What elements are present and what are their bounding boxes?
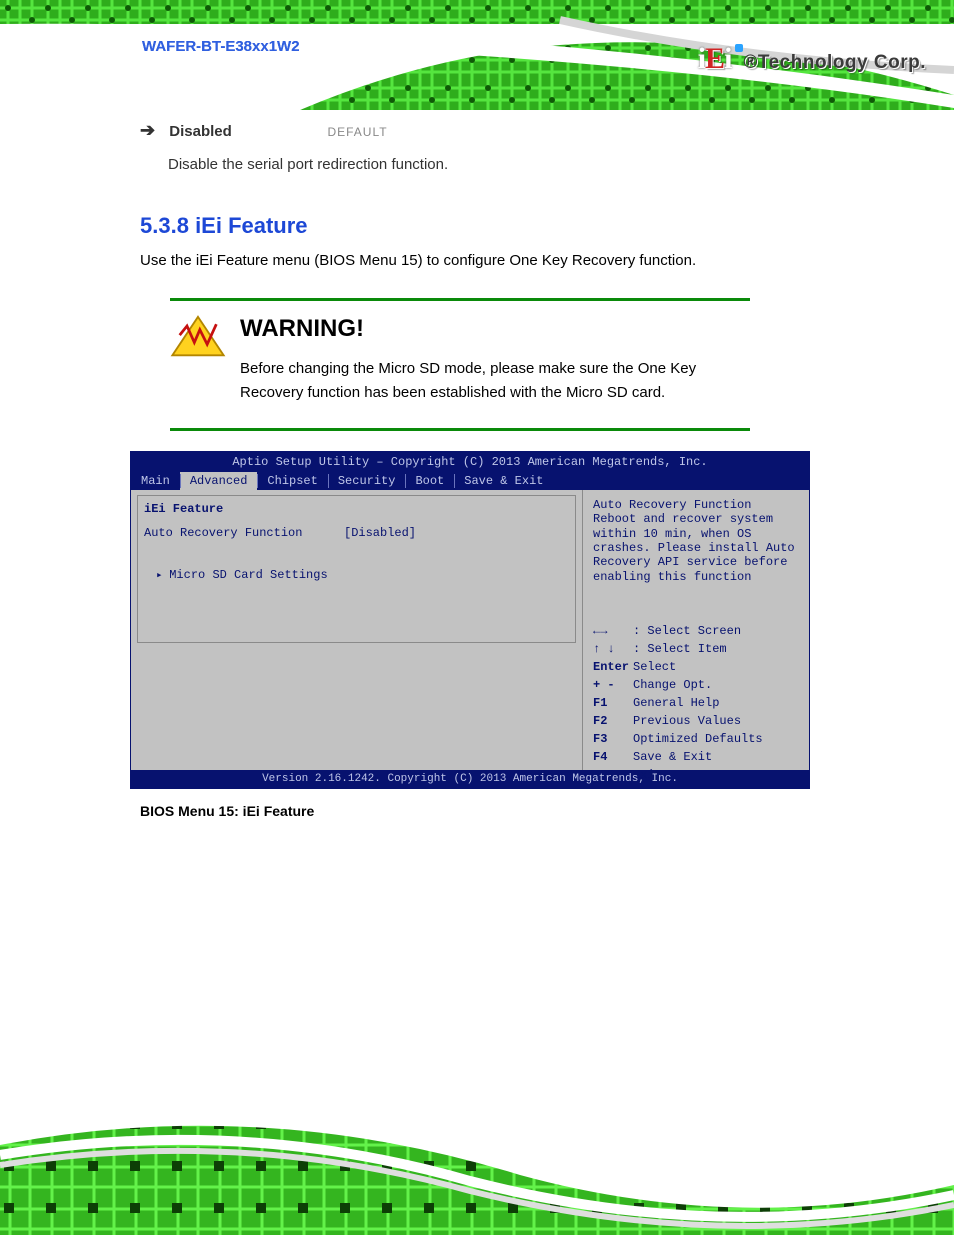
bios-setting-value: [Disabled] bbox=[344, 526, 416, 540]
brand-dot-icon bbox=[735, 44, 743, 52]
bios-right-pane: Auto Recovery Function Reboot and recove… bbox=[583, 490, 809, 770]
key-desc: Save & Exit bbox=[633, 750, 712, 764]
key-desc: : Select Screen bbox=[633, 624, 741, 638]
option-label: Disabled bbox=[169, 123, 319, 140]
bios-menu-advanced: Advanced bbox=[180, 472, 258, 490]
brand-block: iEi®Technology Corp. bbox=[698, 42, 926, 76]
key-f2: F2 bbox=[593, 714, 633, 728]
bios-menu-save-exit: Save & Exit bbox=[454, 472, 553, 490]
option-row: ➔ Disabled DEFAULT Disable the serial po… bbox=[140, 120, 814, 177]
bios-screenshot: Aptio Setup Utility – Copyright (C) 2013… bbox=[130, 451, 810, 789]
bios-left-pane: iEi Feature Auto Recovery Function [Disa… bbox=[131, 490, 583, 770]
document-title: WAFER-BT-E38xx1W2 bbox=[142, 38, 300, 55]
key-arrows-lr-icon: ←→ bbox=[593, 624, 633, 638]
key-f1: F1 bbox=[593, 696, 633, 710]
section-title: iEi Feature bbox=[195, 213, 307, 238]
option-default-tag: DEFAULT bbox=[327, 125, 387, 139]
warning-icon bbox=[170, 315, 240, 404]
page-number: Page 85 bbox=[761, 1172, 810, 1187]
bios-submenu-item: Micro SD Card Settings bbox=[156, 568, 569, 582]
page-footer-decoration bbox=[0, 1115, 954, 1235]
bios-menu-main: Main bbox=[131, 472, 180, 490]
option-description: Disable the serial port redirection func… bbox=[168, 153, 788, 177]
key-desc: Change Opt. bbox=[633, 678, 712, 692]
bios-title: Aptio Setup Utility – Copyright (C) 2013… bbox=[131, 452, 809, 472]
warning-heading: WARNING! bbox=[240, 315, 750, 343]
figure-caption: BIOS Menu 15: iEi Feature bbox=[140, 803, 814, 819]
key-plusminus: + - bbox=[593, 678, 633, 692]
bios-help-text: Auto Recovery Function Reboot and recove… bbox=[593, 498, 801, 584]
key-desc: Optimized Defaults bbox=[633, 732, 763, 746]
warning-box: WARNING! Before changing the Micro SD mo… bbox=[170, 298, 750, 431]
bios-menu-boot: Boot bbox=[405, 472, 454, 490]
section-heading: 5.3.8 iEi Feature bbox=[140, 213, 814, 239]
brand-tagline: Technology Corp. bbox=[758, 52, 926, 73]
bios-menu-bar: Main Advanced Chipset Security Boot Save… bbox=[131, 472, 809, 490]
key-arrows-ud-icon: ↑ ↓ bbox=[593, 642, 633, 656]
key-f4: F4 bbox=[593, 750, 633, 764]
bios-key-legend: ←→: Select Screen ↑ ↓: Select Item Enter… bbox=[593, 624, 801, 782]
page-content: ➔ Disabled DEFAULT Disable the serial po… bbox=[0, 120, 954, 819]
bios-menu-chipset: Chipset bbox=[257, 472, 327, 490]
bios-menu-security: Security bbox=[328, 472, 406, 490]
bios-setting-row: Auto Recovery Function [Disabled] bbox=[144, 526, 569, 540]
key-f3: F3 bbox=[593, 732, 633, 746]
bios-section-title: iEi Feature bbox=[144, 502, 569, 516]
key-enter: Enter bbox=[593, 660, 633, 674]
section-paragraph: Use the iEi Feature menu (BIOS Menu 15) … bbox=[140, 249, 814, 272]
key-desc: Select bbox=[633, 660, 676, 674]
key-desc: : Select Item bbox=[633, 642, 727, 656]
warning-body: Before changing the Micro SD mode, pleas… bbox=[240, 357, 750, 404]
section-number: 5.3.8 bbox=[140, 213, 189, 238]
warning-bottom-rule bbox=[170, 428, 750, 431]
key-desc: Previous Values bbox=[633, 714, 741, 728]
brand-logo-text: iEi bbox=[698, 42, 732, 75]
key-desc: General Help bbox=[633, 696, 719, 710]
bios-setting-key: Auto Recovery Function bbox=[144, 526, 344, 540]
arrow-right-icon: ➔ bbox=[140, 120, 155, 140]
